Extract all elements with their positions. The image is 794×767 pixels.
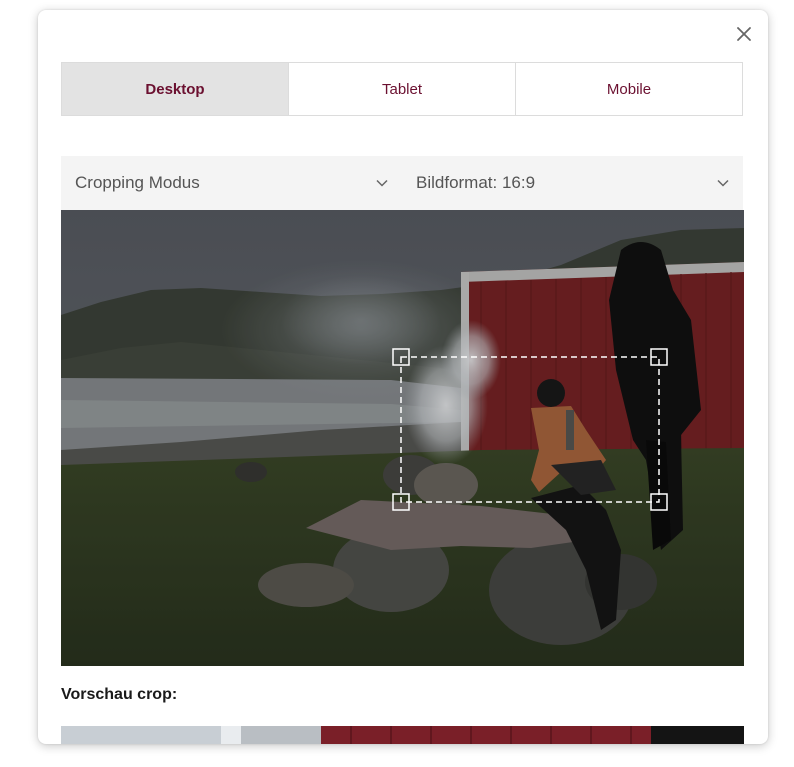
tab-desktop[interactable]: Desktop xyxy=(62,63,289,115)
aspect-ratio-select[interactable]: Bildformat: 16:9 xyxy=(402,156,743,210)
crop-preview xyxy=(61,726,744,744)
device-tabs: Desktop Tablet Mobile xyxy=(61,62,743,116)
cropping-mode-value: Cropping Modus xyxy=(75,173,200,192)
close-icon xyxy=(737,27,751,41)
close-button[interactable] xyxy=(730,20,758,48)
landscape-photo xyxy=(61,210,744,666)
crop-image-area[interactable] xyxy=(61,210,744,666)
preview-title: Vorschau crop: xyxy=(61,686,178,703)
tab-tablet[interactable]: Tablet xyxy=(289,63,516,115)
aspect-ratio-value: Bildformat: 16:9 xyxy=(416,173,536,192)
chevron-down-icon xyxy=(717,176,731,190)
crop-preview-image xyxy=(61,726,744,744)
chevron-down-icon xyxy=(376,176,390,190)
crop-dialog: Desktop Tablet Mobile Cropping Modus Bil… xyxy=(38,10,768,744)
tab-mobile[interactable]: Mobile xyxy=(516,63,742,115)
cropping-mode-select[interactable]: Cropping Modus xyxy=(61,156,402,210)
crop-controls: Cropping Modus Bildformat: 16:9 xyxy=(61,156,743,210)
